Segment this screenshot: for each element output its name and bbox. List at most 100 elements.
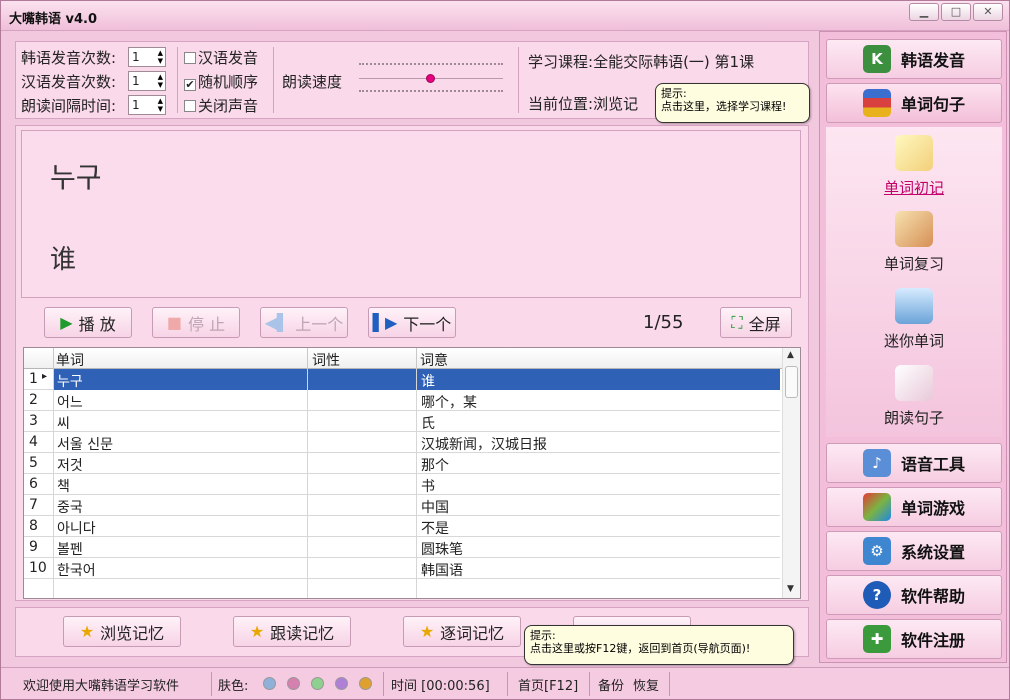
nav-word-sentence-label: 单词句子 (900, 95, 965, 114)
fullscreen-button[interactable]: ⛶ 全屏 (720, 307, 792, 338)
browse-memory-button[interactable]: ★ 浏览记忆 (63, 616, 181, 647)
course-tooltip: 提示: 点击这里，选择学习课程! (655, 83, 810, 123)
open-book-bulb-icon (895, 135, 933, 171)
word-by-word-label: 逐词记忆 (440, 623, 505, 643)
mute-label: 关闭声音 (198, 97, 259, 115)
chinese-meaning: 谁 (50, 245, 77, 275)
skin-color-dot[interactable] (287, 677, 300, 690)
prev-label: 上一个 (295, 314, 344, 334)
meaning-cell: 韩国语 (421, 563, 463, 579)
scroll-down-icon[interactable]: ▼ (787, 584, 794, 594)
main-window: 大嘴韩语 v4.0 ▁ □ ✕ 韩语发音次数: 1 ▲ ▼ 汉语发音次数: 1 ▲ ▼ … (0, 0, 1010, 700)
word-cell: 저것 (57, 458, 83, 474)
column-divider[interactable] (307, 348, 308, 369)
window-controls: ▁ □ ✕ (909, 3, 1003, 21)
column-header-word[interactable]: 单词 (56, 350, 84, 370)
table-row[interactable]: 7 중국 中国 (24, 495, 780, 516)
chinese-count-value: 1 (132, 74, 140, 88)
close-button[interactable]: ✕ (973, 3, 1003, 21)
submenu-mini-words[interactable]: 迷你单词 (826, 288, 1002, 351)
checkbox-checked-icon[interactable]: ✔ (184, 79, 196, 91)
submenu-read-sentence[interactable]: 朗读句子 (826, 365, 1002, 428)
tooltip-text: 点击这里或按F12键，返回到首页(导航页面)! (530, 642, 751, 655)
checkbox-box[interactable] (184, 100, 196, 112)
restore-link[interactable]: 恢复 (633, 675, 659, 694)
table-row[interactable]: 9 볼펜 圆珠笔 (24, 537, 780, 558)
table-row[interactable]: 10 한국어 韩国语 (24, 558, 780, 579)
table-row[interactable]: 6 책 书 (24, 474, 780, 495)
prev-button[interactable]: ◀▌ 上一个 (260, 307, 348, 338)
course-label-text: 学习课程: (528, 53, 594, 71)
follow-memory-button[interactable]: ★ 跟读记忆 (233, 616, 351, 647)
word-cell: 책 (57, 479, 70, 495)
meaning-cell: 那个 (421, 458, 449, 474)
random-order-checkbox[interactable]: ✔ 随机顺序 (184, 71, 258, 92)
open-book-icon (895, 365, 933, 401)
table-scrollbar[interactable]: ▲ ▼ (782, 348, 800, 598)
course-label[interactable]: 学习课程:全能交际韩语(一) 第1课 (528, 51, 754, 72)
chinese-pron-checkbox[interactable]: 汉语发音 (184, 47, 258, 68)
divider (177, 47, 178, 113)
word-table[interactable]: 单词 词性 词意 1 누구 谁 ▸ 2 어느 哪个，某 3 씨 氏 4 서울 신문 汉城新闻，汉城日报 5… (23, 347, 801, 599)
nav-word-sentence[interactable]: 单词句子 (826, 83, 1002, 123)
spinner-arrows-icon[interactable]: ▲ ▼ (158, 97, 163, 113)
chinese-count-label: 汉语发音次数: (21, 73, 117, 91)
divider (589, 672, 590, 696)
spinner-arrows-icon[interactable]: ▲ ▼ (158, 73, 163, 89)
nav-korean-pron[interactable]: K 韩语发音 (826, 39, 1002, 79)
korean-count-spinner[interactable]: 1 ▲ ▼ (128, 47, 166, 67)
stop-button[interactable]: ■ 停 止 (152, 307, 240, 338)
nav-register[interactable]: ✚ 软件注册 (826, 619, 1002, 659)
selected-row-highlight (54, 369, 780, 390)
welcome-text: 欢迎使用大嘴韩语学习软件 (23, 679, 180, 694)
column-divider[interactable] (53, 348, 54, 369)
course-value[interactable]: 全能交际韩语(一) 第1课 (593, 53, 754, 71)
skin-color-dot[interactable] (263, 677, 276, 690)
table-row[interactable]: 3 씨 氏 (24, 411, 780, 432)
nav-help[interactable]: ? 软件帮助 (826, 575, 1002, 615)
play-button[interactable]: ▶ 播 放 (44, 307, 132, 338)
submenu-word-learn[interactable]: 单词初记 (826, 135, 1002, 198)
word-by-word-memory-button[interactable]: ★ 逐词记忆 (403, 616, 521, 647)
column-divider[interactable] (416, 348, 417, 369)
row-number: 2 (29, 392, 38, 408)
next-button[interactable]: ▌▶ 下一个 (368, 307, 456, 338)
fullscreen-label: 全屏 (748, 314, 781, 334)
skin-color-dot[interactable] (311, 677, 324, 690)
table-row[interactable]: 2 어느 哪个，某 (24, 390, 780, 411)
maximize-button[interactable]: □ (941, 3, 971, 21)
tooltip-title: 提示: (530, 629, 556, 642)
table-row[interactable]: 4 서울 신문 汉城新闻，汉城日报 (24, 432, 780, 453)
nav-settings[interactable]: ⚙ 系统设置 (826, 531, 1002, 571)
home-link[interactable]: 首页[F12] (518, 675, 578, 694)
nav-voice-tools[interactable]: ♪ 语音工具 (826, 443, 1002, 483)
spinner-arrows-icon[interactable]: ▲ ▼ (158, 49, 163, 65)
word-cell: 누구 (57, 374, 83, 390)
backup-link[interactable]: 备份 (598, 675, 624, 694)
column-header-meaning[interactable]: 词意 (420, 350, 448, 370)
column-divider (53, 369, 54, 598)
table-row[interactable]: 5 저것 那个 (24, 453, 780, 474)
column-header-pos[interactable]: 词性 (312, 350, 340, 370)
skin-color-dot[interactable] (335, 677, 348, 690)
speed-slider-thumb[interactable] (426, 74, 435, 83)
submenu-word-learn-label: 单词初记 (883, 179, 944, 197)
word-cell: 볼펜 (57, 542, 83, 558)
interval-spinner[interactable]: 1 ▲ ▼ (128, 95, 166, 115)
slider-ticks (359, 90, 503, 92)
interval-value: 1 (132, 98, 140, 112)
mute-checkbox[interactable]: 关闭声音 (184, 95, 258, 116)
word-cell: 한국어 (57, 563, 96, 579)
minimize-button[interactable]: ▁ (909, 3, 939, 21)
skin-color-dot[interactable] (359, 677, 372, 690)
nav-word-games[interactable]: 单词游戏 (826, 487, 1002, 527)
table-row[interactable]: 8 아니다 不是 (24, 516, 780, 537)
gear-icon: ⚙ (862, 537, 891, 565)
submenu-word-review[interactable]: 单词复习 (826, 211, 1002, 274)
table-row[interactable]: 1 누구 谁 ▸ (24, 369, 780, 390)
chinese-count-spinner[interactable]: 1 ▲ ▼ (128, 71, 166, 91)
column-divider (307, 369, 308, 598)
checkbox-box[interactable] (184, 52, 196, 64)
scroll-thumb[interactable] (785, 366, 798, 398)
scroll-up-icon[interactable]: ▲ (787, 350, 794, 360)
